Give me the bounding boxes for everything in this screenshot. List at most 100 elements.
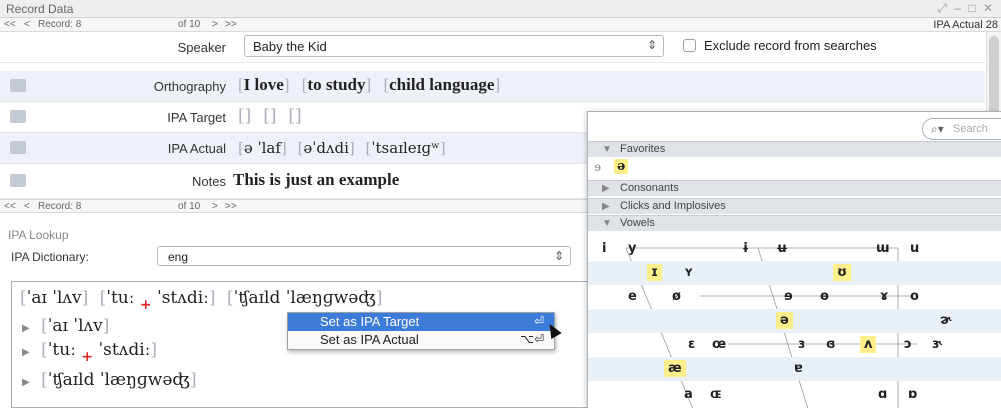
record-count: of 10 [178,201,201,212]
vowel-char[interactable]: ɨ [742,241,749,256]
vowel-char[interactable]: ɒ [908,387,917,402]
record-data-title: Record Data [6,2,74,16]
vowel-char[interactable]: a [684,387,693,402]
vowel-char[interactable]: ɞ [826,337,836,352]
result-label: ˈtuː [47,340,76,360]
first-record-button[interactable]: << [4,201,16,212]
notes-value[interactable]: This is just an example [233,170,399,190]
section-label: Favorites [620,143,666,155]
vowel-char[interactable]: ø [672,289,681,304]
ipa-actual-groups[interactable]: [ə ˈlaf] [əˈdʌdi] [ˈtsaɪleɪɡʷ] [238,139,446,157]
lookup-word[interactable]: ˈtuː [106,288,134,308]
vowel-char[interactable]: ɤ [880,289,888,304]
disclosure-triangle-icon[interactable]: ▶ [22,323,30,334]
ipa-lookup-title: IPA Lookup [8,228,69,242]
option-return-key-icon: ⌥⏎ [520,332,544,346]
vowel-char[interactable]: i [602,241,606,256]
favorites-row: ɘ ə [588,158,1001,176]
speaker-select[interactable]: Baby the Kid ⇕ [244,35,664,57]
ortho-group[interactable]: child language [389,75,494,94]
vowel-char[interactable]: e [628,289,637,304]
compound-plus: + [81,349,94,365]
disclosure-triangle-icon[interactable]: ▶ [22,347,30,358]
actual-group[interactable]: əˈdʌdi [303,139,348,157]
record-number[interactable]: Record: 8 [38,201,81,212]
vowel-char[interactable]: æ [664,360,686,377]
next-record-button[interactable]: > [212,19,218,30]
ipa-dictionary-label: IPA Dictionary: [11,250,89,264]
vowel-char[interactable]: ʏ [684,265,693,280]
actual-group[interactable]: ˈtsaɪleɪɡʷ [371,139,439,157]
vowel-char[interactable]: ʊ [833,264,852,281]
vowel-char[interactable]: ɘ [784,289,793,304]
orthography-label: Orthography [153,79,226,94]
section-clicks-implosives[interactable]: ▶ Clicks and Implosives [588,198,1001,214]
lookup-word[interactable]: ˈʧaɪld ˈlæŋɡwəʤ [234,288,376,308]
record-data-header: Record Data ⤢ – □ ✕ [0,0,1001,18]
vowel-char[interactable]: œ [712,337,726,352]
section-vowels[interactable]: ▼ Vowels [588,215,1001,231]
vowel-char[interactable]: ɚ [940,313,951,328]
exclude-record-checkbox[interactable] [683,39,696,52]
result-item[interactable]: ▶ [ˈʧaɪld ˈlæŋɡwəʤ] [22,370,197,390]
vowel-char[interactable]: ɝ [932,337,943,352]
ipa-char[interactable]: ɘ [594,160,601,174]
section-label: Consonants [620,182,679,194]
vowel-char[interactable]: ɐ [794,361,803,376]
vowel-char[interactable]: u [910,241,919,256]
vowel-char[interactable]: ɜ [798,337,805,352]
menu-item-label: Set as IPA Actual [320,332,419,347]
ipa-search-input[interactable]: ⌕▾ Search [922,118,1001,140]
ipa-dictionary-select[interactable]: eng ⇕ [157,246,571,266]
vowel-char[interactable]: y [628,241,636,256]
speaker-label: Speaker [177,40,226,55]
vowel-char[interactable]: ɯ [876,241,890,256]
vowel-char[interactable]: ə [776,312,793,329]
vowel-row: ɪ ʏ ʊ [588,261,1001,285]
menu-item-set-ipa-actual[interactable]: Set as IPA Actual ⌥⏎ [288,331,554,349]
next-record-button[interactable]: > [212,201,218,212]
last-record-button[interactable]: >> [225,19,237,30]
vowel-row: a ɶ ɑ ɒ [588,381,1001,405]
prev-record-button[interactable]: < [24,201,30,212]
vowel-char[interactable]: o [910,289,919,304]
record-number[interactable]: Record: 8 [38,19,81,30]
section-consonants[interactable]: ▶ Consonants [588,180,1001,196]
result-item[interactable]: ▶ [ˈtuː + ˈstʌdiː] [22,340,157,365]
lookup-word[interactable]: ˈaɪ ˈlʌv [27,288,82,308]
select-arrows-icon: ⇕ [553,249,564,263]
vowel-char[interactable]: ʌ [860,336,877,353]
vowel-char[interactable]: ɑ [878,387,887,402]
vowel-char[interactable]: ɔ [904,337,912,352]
orthography-groups[interactable]: [I love] [to study] [child language] [238,75,500,95]
context-menu: Set as IPA Target ⏎ Set as IPA Actual ⌥⏎ [287,312,555,350]
ipa-target-groups[interactable]: [] [] [] [238,106,302,126]
first-record-button[interactable]: << [4,19,16,30]
vowel-char[interactable]: ɶ [710,387,722,402]
menu-item-set-ipa-target[interactable]: Set as IPA Target ⏎ [288,313,554,331]
vowel-char[interactable]: ʉ [776,241,788,256]
window-controls[interactable]: ⤢ – □ ✕ [937,1,995,16]
compound-plus: + [139,297,152,313]
actual-group[interactable]: ə ˈlaf [244,139,281,157]
prev-record-button[interactable]: < [24,19,30,30]
result-item[interactable]: ▶ [ˈaɪ ˈlʌv] [22,316,109,336]
vowel-char[interactable]: ɛ [688,337,695,352]
ortho-group[interactable]: to study [307,75,365,94]
ipa-char[interactable]: ə [614,159,629,174]
last-record-button[interactable]: >> [225,201,237,212]
lookup-transcription-line[interactable]: [ˈaɪ ˈlʌv] [ˈtuː + ˈstʌdiː] [ˈʧaɪld ˈlæŋ… [20,288,382,313]
ipa-dictionary-value: eng [168,250,189,264]
section-favorites[interactable]: ▼ Favorites [588,141,1001,157]
scrollbar-thumb[interactable] [989,36,999,116]
vowel-char[interactable]: ɵ [820,289,829,304]
lookup-word[interactable]: ˈstʌdiː [157,288,209,308]
vowel-char[interactable]: ɪ [647,264,663,281]
search-placeholder: Search [953,123,988,135]
ortho-group[interactable]: I love [244,75,284,94]
ipa-actual-label: IPA Actual [167,141,226,156]
ipa-actual-column-tab[interactable]: IPA Actual 28 [933,19,998,31]
disclosure-triangle-icon: ▶ [602,201,610,212]
disclosure-triangle-icon[interactable]: ▶ [22,377,30,388]
exclude-record-label: Exclude record from searches [704,38,877,53]
